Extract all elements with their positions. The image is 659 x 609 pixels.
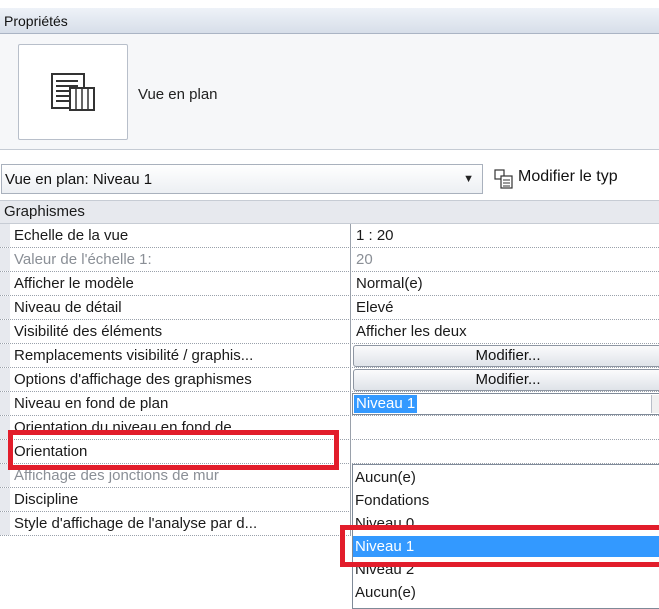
prop-name: Remplacements visibilité / graphis... [14, 347, 254, 364]
prop-value[interactable]: Elevé [356, 299, 394, 316]
top-strip [0, 0, 659, 8]
type-preview: Vue en plan [0, 34, 659, 150]
type-thumbnail[interactable] [18, 44, 128, 140]
dropdown-button[interactable] [651, 395, 659, 413]
underlay-level-value[interactable]: Niveau 1 [354, 395, 418, 413]
prop-name: Echelle de la vue [14, 227, 129, 244]
prop-name: Visibilité des éléments [14, 323, 163, 340]
vg-overrides-edit-button[interactable]: Modifier... [353, 345, 659, 367]
prop-row-display-model[interactable]: Afficher le modèle Normal(e) [0, 272, 659, 296]
panel-title: Propriétés [0, 8, 659, 34]
prop-value[interactable]: Normal(e) [356, 275, 423, 292]
dropdown-option[interactable]: Aucun(e) [353, 582, 659, 603]
type-selector-row: Vue en plan: Niveau 1 ▼ Modifier le typ [0, 163, 659, 197]
prop-row-view-scale[interactable]: Echelle de la vue 1 : 20 [0, 224, 659, 248]
prop-name: Style d'affichage de l'analyse par d... [14, 515, 258, 532]
highlight-box-underlay-property [8, 430, 339, 470]
prop-row-parts-visibility[interactable]: Visibilité des éléments Afficher les deu… [0, 320, 659, 344]
underlay-level-combo[interactable]: Niveau 1 [352, 393, 659, 415]
prop-value[interactable]: 1 : 20 [356, 227, 394, 244]
prop-name: Afficher le modèle [14, 275, 134, 292]
prop-row-scale-value: Valeur de l'échelle 1: 20 [0, 248, 659, 272]
chevron-down-icon: ▼ [463, 173, 474, 185]
edit-type-button[interactable]: Modifier le typ [490, 164, 659, 194]
graphic-display-edit-button[interactable]: Modifier... [353, 369, 659, 391]
prop-value[interactable]: Afficher les deux [356, 323, 467, 340]
type-name: Vue en plan [138, 86, 218, 103]
prop-row-underlay[interactable]: Niveau en fond de plan Niveau 1 [0, 392, 659, 416]
edit-type-label: Modifier le typ [518, 168, 618, 185]
prop-name: Options d'affichage des graphismes [14, 371, 252, 388]
dropdown-option[interactable]: Fondations [353, 490, 659, 511]
highlight-box-level-option [340, 525, 659, 567]
prop-row-graphic-display-options[interactable]: Options d'affichage des graphismes Modif… [0, 368, 659, 392]
dropdown-option[interactable]: Aucun(e) [353, 467, 659, 488]
prop-name: Niveau de détail [14, 299, 122, 316]
floor-plan-view-icon [51, 73, 95, 111]
type-selector-dropdown[interactable]: Vue en plan: Niveau 1 ▼ [1, 164, 483, 194]
prop-row-detail-level[interactable]: Niveau de détail Elevé [0, 296, 659, 320]
prop-name: Valeur de l'échelle 1: [14, 251, 152, 268]
prop-value: 20 [356, 251, 373, 268]
prop-name: Discipline [14, 491, 79, 508]
prop-row-vg-overrides[interactable]: Remplacements visibilité / graphis... Mo… [0, 344, 659, 368]
type-selector-value: Vue en plan: Niveau 1 [5, 171, 153, 188]
group-header-graphics[interactable]: Graphismes [0, 200, 659, 224]
edit-type-icon [494, 169, 513, 189]
prop-name: Niveau en fond de plan [14, 395, 169, 412]
